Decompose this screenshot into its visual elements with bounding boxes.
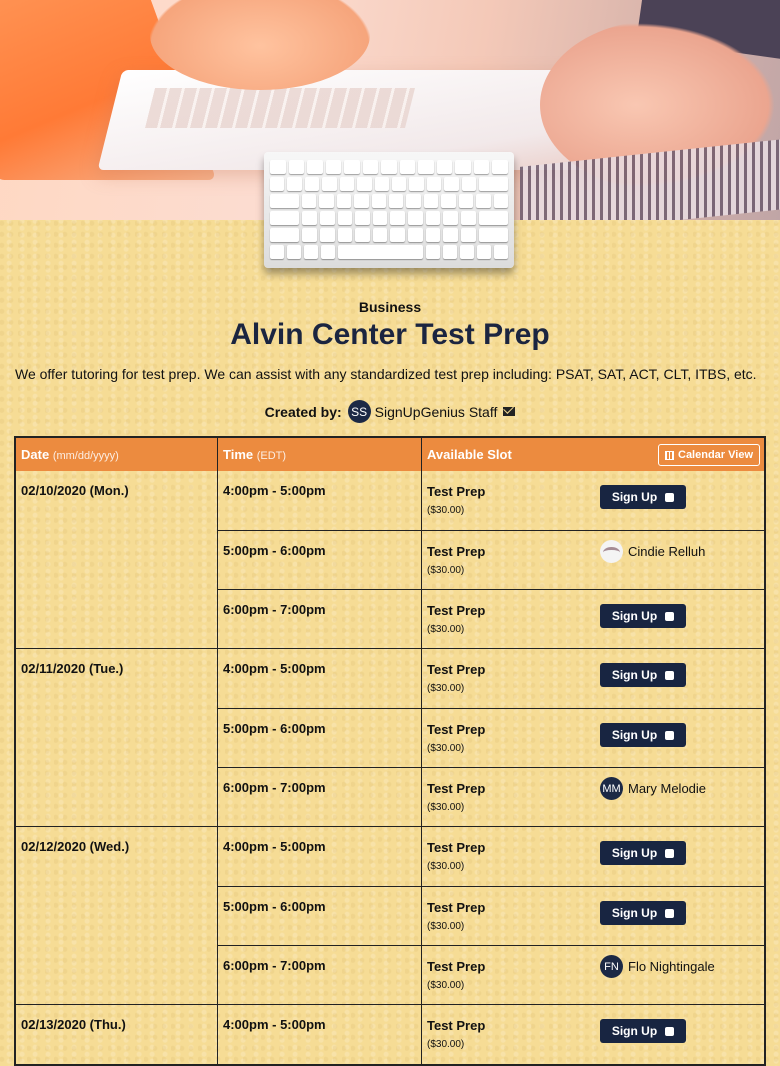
time-cell: 5:00pm - 6:00pm bbox=[218, 531, 422, 589]
table-row: 4:00pm - 5:00pm Test Prep ($30.00) Sign Up bbox=[218, 1005, 764, 1064]
date-cell: 02/10/2020 (Mon.) bbox=[16, 471, 218, 648]
table-row: 6:00pm - 7:00pm Test Prep ($30.00) Sign Up bbox=[218, 589, 764, 648]
signed-up-person: Cindie Relluh bbox=[600, 540, 705, 563]
avatar bbox=[600, 540, 623, 563]
col-date-header: Date (mm/dd/yyyy) bbox=[16, 438, 218, 471]
slot-cell: Test Prep ($30.00) Sign Up bbox=[422, 887, 764, 945]
slot-name: Test Prep bbox=[427, 603, 486, 618]
slot-price: ($30.00) bbox=[427, 624, 465, 635]
sign-up-button[interactable]: Sign Up bbox=[600, 901, 686, 925]
slot-cell: Test Prep ($30.00) Sign Up bbox=[422, 471, 764, 530]
table-row: 4:00pm - 5:00pm Test Prep ($30.00) Sign Up bbox=[218, 649, 764, 708]
sign-up-button[interactable]: Sign Up bbox=[600, 1019, 686, 1043]
slot-cell: Test Prep ($30.00) Cindie Relluh bbox=[422, 531, 764, 589]
sign-up-button[interactable]: Sign Up bbox=[600, 663, 686, 687]
keyboard-logo bbox=[264, 152, 514, 268]
slot-name: Test Prep bbox=[427, 484, 486, 499]
slot-price: ($30.00) bbox=[427, 861, 465, 872]
time-cell: 4:00pm - 5:00pm bbox=[218, 827, 422, 886]
slot-price: ($30.00) bbox=[427, 743, 465, 754]
col-slot-header: Available Slot Calendar View bbox=[422, 438, 764, 471]
signup-table: Date (mm/dd/yyyy) Time (EDT) Available S… bbox=[14, 436, 766, 1066]
sign-up-button[interactable]: Sign Up bbox=[600, 604, 686, 628]
slot-cell: Test Prep ($30.00) MM Mary Melodie bbox=[422, 768, 764, 826]
date-cell: 02/12/2020 (Wed.) bbox=[16, 827, 218, 1004]
table-row: 5:00pm - 6:00pm Test Prep ($30.00) Cindie R… bbox=[218, 530, 764, 589]
avatar: MM bbox=[600, 777, 623, 800]
table-body: 02/10/2020 (Mon.) 4:00pm - 5:00pm Test Pre… bbox=[16, 471, 764, 1064]
checkbox-icon bbox=[665, 611, 675, 621]
time-cell: 6:00pm - 7:00pm bbox=[218, 590, 422, 648]
slot-price: ($30.00) bbox=[427, 683, 465, 694]
slot-price: ($30.00) bbox=[427, 921, 465, 932]
slot-cell: Test Prep ($30.00) Sign Up bbox=[422, 709, 764, 767]
slot-price: ($30.00) bbox=[427, 1039, 465, 1050]
slot-price: ($30.00) bbox=[427, 565, 465, 576]
time-cell: 4:00pm - 5:00pm bbox=[218, 649, 422, 708]
slot-cell: Test Prep ($30.00) Sign Up bbox=[422, 590, 764, 648]
description: We offer tutoring for test prep. We can … bbox=[15, 366, 757, 382]
checkbox-icon bbox=[665, 492, 675, 502]
table-header: Date (mm/dd/yyyy) Time (EDT) Available S… bbox=[16, 438, 764, 471]
slot-name: Test Prep bbox=[427, 722, 486, 737]
slot-cell: Test Prep ($30.00) FN Flo Nightingale bbox=[422, 946, 764, 1004]
avatar: SS bbox=[347, 400, 371, 423]
date-group: 02/13/2020 (Thu.) 4:00pm - 5:00pm Test Pre… bbox=[16, 1004, 764, 1064]
checkbox-icon bbox=[665, 848, 675, 858]
date-group: 02/11/2020 (Tue.) 4:00pm - 5:00pm Test Pre… bbox=[16, 648, 764, 826]
table-row: 6:00pm - 7:00pm Test Prep ($30.00) FN Flo Ni… bbox=[218, 945, 764, 1004]
checkbox-icon bbox=[665, 730, 675, 740]
time-cell: 4:00pm - 5:00pm bbox=[218, 1005, 422, 1064]
slot-name: Test Prep bbox=[427, 900, 486, 915]
table-row: 5:00pm - 6:00pm Test Prep ($30.00) Sign Up bbox=[218, 708, 764, 767]
slot-name: Test Prep bbox=[427, 840, 486, 855]
category-label: Business bbox=[358, 299, 422, 315]
table-row: 5:00pm - 6:00pm Test Prep ($30.00) Sign Up bbox=[218, 886, 764, 945]
person-name: Cindie Relluh bbox=[628, 544, 706, 559]
date-group: 02/12/2020 (Wed.) 4:00pm - 5:00pm Test Pre… bbox=[16, 826, 764, 1004]
slot-price: ($30.00) bbox=[427, 505, 465, 516]
table-row: 4:00pm - 5:00pm Test Prep ($30.00) Sign Up bbox=[218, 827, 764, 886]
slot-name: Test Prep bbox=[427, 544, 486, 559]
signed-up-person: MM Mary Melodie bbox=[600, 777, 706, 800]
slot-cell: Test Prep ($30.00) Sign Up bbox=[422, 649, 764, 708]
slot-name: Test Prep bbox=[427, 1018, 486, 1033]
slot-price: ($30.00) bbox=[427, 802, 465, 813]
person-name: Mary Melodie bbox=[628, 781, 707, 796]
time-cell: 5:00pm - 6:00pm bbox=[218, 709, 422, 767]
time-cell: 6:00pm - 7:00pm bbox=[218, 768, 422, 826]
calendar-icon bbox=[665, 450, 674, 460]
avatar: FN bbox=[600, 955, 623, 978]
checkbox-icon bbox=[665, 670, 675, 680]
time-cell: 6:00pm - 7:00pm bbox=[218, 946, 422, 1004]
creator-name: SignUpGenius Staff bbox=[374, 403, 498, 420]
created-by-label: Created by: bbox=[264, 403, 342, 420]
date-group: 02/10/2020 (Mon.) 4:00pm - 5:00pm Test Pre… bbox=[16, 471, 764, 648]
date-cell: 02/13/2020 (Thu.) bbox=[16, 1005, 218, 1064]
laptop-keys-graphic bbox=[145, 88, 415, 128]
calendar-view-button[interactable]: Calendar View bbox=[658, 444, 760, 466]
table-row: 6:00pm - 7:00pm Test Prep ($30.00) MM Mary M… bbox=[218, 767, 764, 826]
slot-cell: Test Prep ($30.00) Sign Up bbox=[422, 1005, 764, 1064]
slot-price: ($30.00) bbox=[427, 980, 465, 991]
time-cell: 5:00pm - 6:00pm bbox=[218, 887, 422, 945]
col-time-header: Time (EDT) bbox=[218, 438, 422, 471]
mail-icon[interactable] bbox=[503, 407, 516, 416]
table-row: 4:00pm - 5:00pm Test Prep ($30.00) Sign Up bbox=[218, 471, 764, 530]
signed-up-person: FN Flo Nightingale bbox=[600, 955, 715, 978]
checkbox-icon bbox=[665, 1026, 675, 1036]
checkbox-icon bbox=[665, 908, 675, 918]
slot-cell: Test Prep ($30.00) Sign Up bbox=[422, 827, 764, 886]
creator-line: Created by: SS SignUpGenius Staff bbox=[0, 400, 780, 423]
person-name: Flo Nightingale bbox=[628, 959, 715, 974]
sign-up-button[interactable]: Sign Up bbox=[600, 841, 686, 865]
time-cell: 4:00pm - 5:00pm bbox=[218, 471, 422, 530]
slot-name: Test Prep bbox=[427, 781, 486, 796]
page-title: Alvin Center Test Prep bbox=[230, 318, 550, 351]
date-cell: 02/11/2020 (Tue.) bbox=[16, 649, 218, 826]
slot-name: Test Prep bbox=[427, 662, 486, 677]
sign-up-button[interactable]: Sign Up bbox=[600, 485, 686, 509]
sign-up-button[interactable]: Sign Up bbox=[600, 723, 686, 747]
